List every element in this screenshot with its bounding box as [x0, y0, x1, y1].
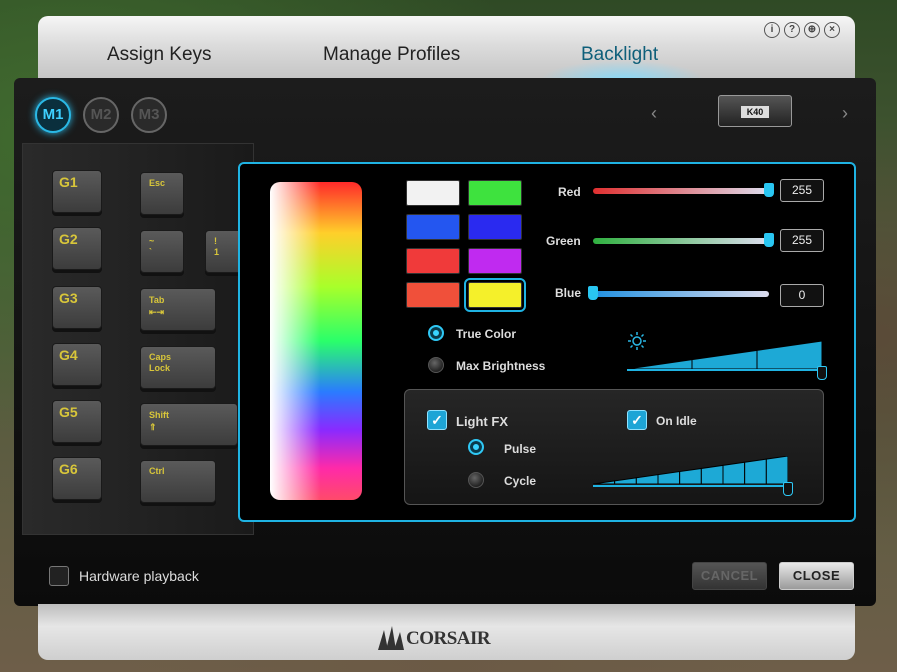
- color-swatch[interactable]: [468, 248, 522, 274]
- tab-backlight[interactable]: Backlight: [581, 44, 658, 66]
- green-value-input[interactable]: 255: [780, 229, 824, 252]
- ramp-step: [756, 340, 823, 370]
- g-key[interactable]: G3: [52, 286, 102, 329]
- fx-speed-ramp[interactable]: [592, 455, 789, 485]
- green-slider-thumb[interactable]: [764, 233, 774, 247]
- color-swatch[interactable]: [406, 248, 460, 274]
- tab-manage-profiles[interactable]: Manage Profiles: [323, 44, 460, 66]
- key-caps-bottom: Lock: [149, 363, 171, 373]
- on-idle-checkbox[interactable]: ✓: [627, 410, 647, 430]
- fx-speed-track[interactable]: [593, 485, 788, 487]
- corsair-sails-icon: [378, 626, 404, 650]
- blue-value-input[interactable]: 0: [780, 284, 824, 307]
- ramp-step: [765, 455, 789, 485]
- close-button[interactable]: CLOSE: [779, 562, 854, 590]
- color-swatch[interactable]: [406, 214, 460, 240]
- tab-assign-keys[interactable]: Assign Keys: [107, 44, 212, 66]
- cycle-label: Cycle: [504, 474, 537, 488]
- max-brightness-label: Max Brightness: [456, 359, 546, 373]
- window-controls: i ? ⊕ ×: [764, 22, 840, 38]
- info-icon[interactable]: i: [764, 22, 780, 38]
- brightness-slider-thumb[interactable]: [817, 366, 827, 380]
- key-caps-lock[interactable]: Caps Lock: [140, 346, 216, 389]
- fx-speed-slider-thumb[interactable]: [783, 482, 793, 496]
- key-shift[interactable]: Shift ⇑: [140, 403, 238, 446]
- brightness-track[interactable]: [627, 369, 822, 371]
- red-slider-track[interactable]: [593, 188, 769, 194]
- true-color-radio[interactable]: [428, 325, 444, 341]
- ramp-step: [626, 359, 693, 370]
- key-ctrl[interactable]: Ctrl: [140, 460, 216, 503]
- red-value-input[interactable]: 255: [780, 179, 824, 202]
- key-tab[interactable]: Tab ⇤⇥: [140, 288, 216, 331]
- mode-button-m3[interactable]: M3: [131, 97, 167, 133]
- cycle-radio[interactable]: [468, 472, 484, 488]
- color-swatch[interactable]: [468, 214, 522, 240]
- key-esc[interactable]: Esc: [140, 172, 184, 215]
- next-device-arrow-icon[interactable]: ›: [842, 103, 848, 124]
- max-brightness-radio[interactable]: [428, 357, 444, 373]
- g-key[interactable]: G5: [52, 400, 102, 443]
- hardware-playback-label: Hardware playback: [79, 568, 199, 584]
- key-caps-top: Caps: [149, 352, 172, 362]
- device-name: K40: [741, 106, 769, 118]
- globe-icon[interactable]: ⊕: [804, 22, 820, 38]
- key-tilde-bottom: `: [149, 247, 152, 257]
- hardware-playback-checkbox[interactable]: [49, 566, 69, 586]
- ramp-step: [635, 474, 659, 485]
- key-shift-label: Shift: [149, 410, 169, 420]
- ramp-step: [592, 480, 616, 485]
- pulse-label: Pulse: [504, 442, 537, 456]
- ramp-step: [700, 464, 724, 485]
- g-key[interactable]: G1: [52, 170, 102, 213]
- ramp-step: [679, 467, 702, 485]
- color-swatch[interactable]: [468, 180, 522, 206]
- help-icon[interactable]: ?: [784, 22, 800, 38]
- ramp-step: [722, 461, 746, 485]
- corsair-logo: CORSAIR: [406, 628, 491, 649]
- key-tab-label: Tab: [149, 295, 165, 305]
- light-fx-label: Light FX: [456, 414, 508, 429]
- color-swatch[interactable]: [464, 278, 526, 312]
- slider-label-green: Green: [546, 234, 581, 248]
- mode-button-m1[interactable]: M1: [35, 97, 71, 133]
- tab-arrows-icon: ⇤⇥: [149, 307, 165, 317]
- color-swatch[interactable]: [406, 282, 460, 308]
- color-swatch[interactable]: [406, 180, 460, 206]
- red-slider-thumb[interactable]: [764, 183, 774, 197]
- pulse-radio[interactable]: [468, 439, 484, 455]
- green-slider-track[interactable]: [593, 238, 769, 244]
- ramp-step: [744, 458, 767, 485]
- close-icon[interactable]: ×: [824, 22, 840, 38]
- g-key[interactable]: G6: [52, 457, 102, 500]
- blue-slider-track[interactable]: [593, 291, 769, 297]
- ramp-step: [691, 349, 758, 370]
- prev-device-arrow-icon[interactable]: ‹: [651, 103, 657, 124]
- g-key[interactable]: G4: [52, 343, 102, 386]
- true-color-label: True Color: [456, 327, 517, 341]
- blue-slider-thumb[interactable]: [588, 286, 598, 300]
- ramp-step: [614, 477, 637, 485]
- key-tilde-top: ~: [149, 236, 155, 246]
- shift-arrow-icon: ⇑: [149, 422, 157, 432]
- slider-label-red: Red: [558, 185, 581, 199]
- ramp-step: [657, 470, 681, 485]
- light-fx-box: [404, 389, 824, 505]
- g-key[interactable]: G2: [52, 227, 102, 270]
- ramp-graphic: [626, 340, 823, 370]
- ramp-graphic: [592, 455, 789, 485]
- slider-label-blue: Blue: [555, 286, 582, 300]
- device-image[interactable]: K40: [718, 95, 792, 127]
- mode-button-m2[interactable]: M2: [83, 97, 119, 133]
- color-spectrum-picker[interactable]: [270, 182, 362, 500]
- cancel-button[interactable]: CANCEL: [692, 562, 767, 590]
- key-tilde[interactable]: ~ `: [140, 230, 184, 273]
- brightness-ramp[interactable]: [626, 340, 823, 370]
- light-fx-checkbox[interactable]: ✓: [427, 410, 447, 430]
- on-idle-label: On Idle: [656, 414, 697, 428]
